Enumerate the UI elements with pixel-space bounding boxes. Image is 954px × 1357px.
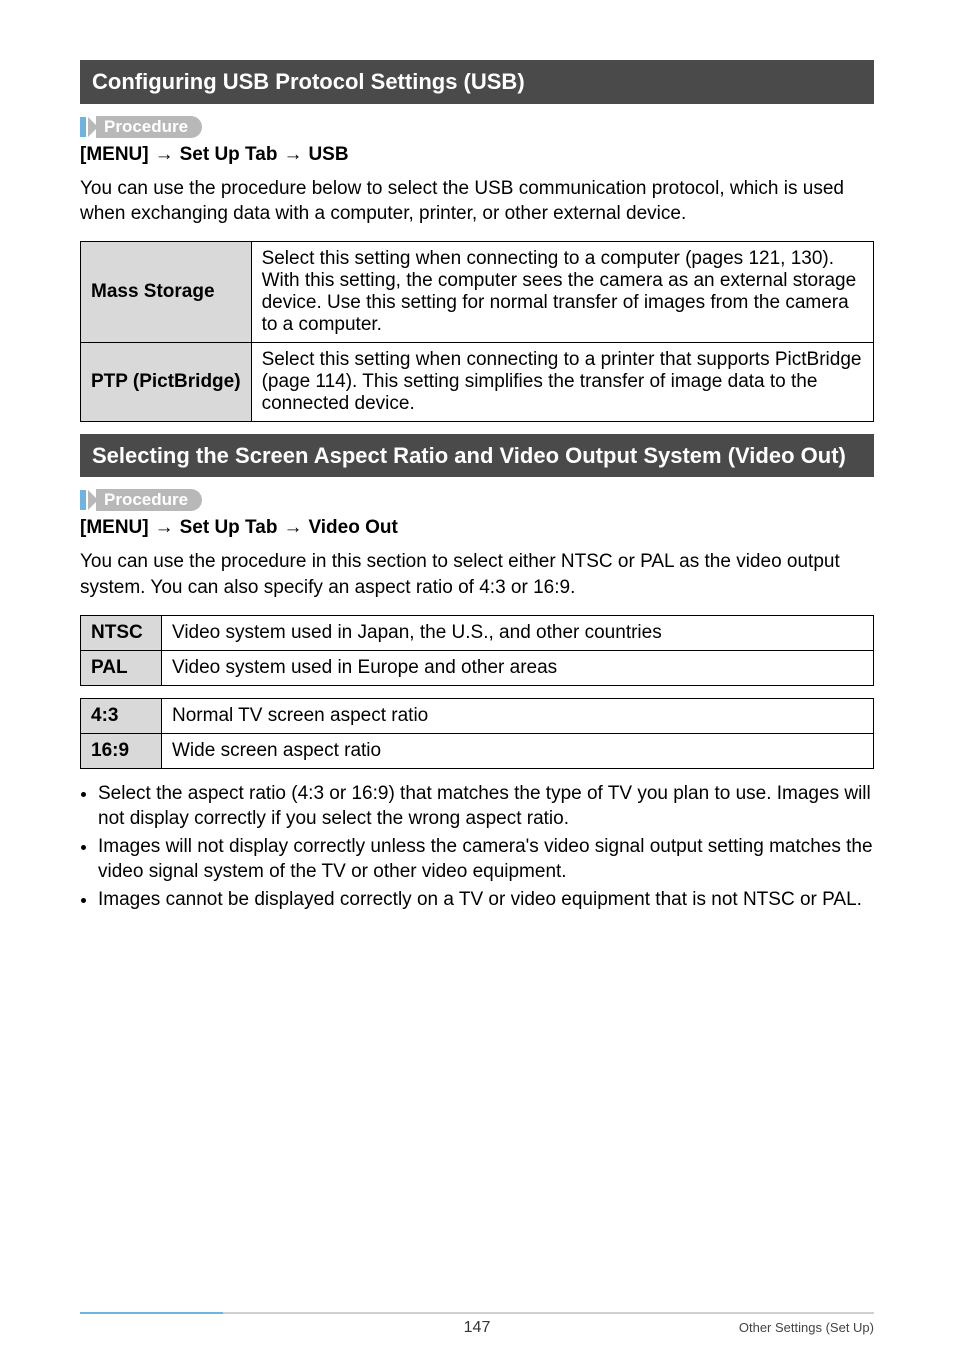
cell-head: PTP (PictBridge): [81, 342, 252, 421]
procedure-tick: [80, 490, 86, 510]
aspect-ratio-table: 4:3 Normal TV screen aspect ratio 16:9 W…: [80, 698, 874, 769]
arrow-icon: →: [155, 517, 174, 539]
cell-body: Wide screen aspect ratio: [162, 733, 874, 768]
section-heading-video: Selecting the Screen Aspect Ratio and Vi…: [80, 434, 874, 478]
page-number: 147: [80, 1319, 874, 1337]
video-system-table: NTSC Video system used in Japan, the U.S…: [80, 615, 874, 686]
list-item: Images will not display correctly unless…: [98, 834, 874, 885]
table-row: 4:3 Normal TV screen aspect ratio: [81, 698, 874, 733]
table-row: PAL Video system used in Europe and othe…: [81, 650, 874, 685]
menu-path-usb: [MENU] → Set Up Tab → USB: [80, 144, 874, 166]
cell-head: Mass Storage: [81, 241, 252, 342]
cell-head: PAL: [81, 650, 162, 685]
page: Configuring USB Protocol Settings (USB) …: [0, 0, 954, 1357]
menu-path-video: [MENU] → Set Up Tab → Video Out: [80, 517, 874, 539]
procedure-label: Procedure: [96, 489, 202, 511]
table-row: NTSC Video system used in Japan, the U.S…: [81, 615, 874, 650]
footer-rule: [80, 1312, 874, 1314]
list-item: Images cannot be displayed correctly on …: [98, 887, 874, 913]
video-notes-list: Select the aspect ratio (4:3 or 16:9) th…: [80, 781, 874, 913]
table-row: PTP (PictBridge) Select this setting whe…: [81, 342, 874, 421]
arrow-icon: →: [283, 517, 302, 539]
intro-video: You can use the procedure in this sectio…: [80, 549, 874, 600]
section-heading-usb: Configuring USB Protocol Settings (USB): [80, 60, 874, 104]
page-footer: 147 Other Settings (Set Up): [80, 1312, 874, 1335]
cell-body: Normal TV screen aspect ratio: [162, 698, 874, 733]
path-seg: [MENU]: [80, 144, 149, 166]
path-seg: [MENU]: [80, 517, 149, 539]
cell-body: Video system used in Europe and other ar…: [162, 650, 874, 685]
procedure-tick: [80, 117, 86, 137]
path-seg: Video Out: [308, 517, 397, 539]
path-seg: Set Up Tab: [180, 144, 278, 166]
cell-head: NTSC: [81, 615, 162, 650]
cell-body: Video system used in Japan, the U.S., an…: [162, 615, 874, 650]
cell-head: 4:3: [81, 698, 162, 733]
path-seg: Set Up Tab: [180, 517, 278, 539]
cell-body: Select this setting when connecting to a…: [251, 241, 873, 342]
path-seg: USB: [308, 144, 348, 166]
intro-usb: You can use the procedure below to selec…: [80, 176, 874, 227]
usb-settings-table: Mass Storage Select this setting when co…: [80, 241, 874, 422]
table-row: 16:9 Wide screen aspect ratio: [81, 733, 874, 768]
cell-body: Select this setting when connecting to a…: [251, 342, 873, 421]
cell-head: 16:9: [81, 733, 162, 768]
arrow-icon: →: [155, 144, 174, 166]
arrow-icon: →: [283, 144, 302, 166]
list-item: Select the aspect ratio (4:3 or 16:9) th…: [98, 781, 874, 832]
procedure-label: Procedure: [96, 116, 202, 138]
table-row: Mass Storage Select this setting when co…: [81, 241, 874, 342]
procedure-badge: Procedure: [80, 116, 874, 138]
procedure-badge: Procedure: [80, 489, 874, 511]
